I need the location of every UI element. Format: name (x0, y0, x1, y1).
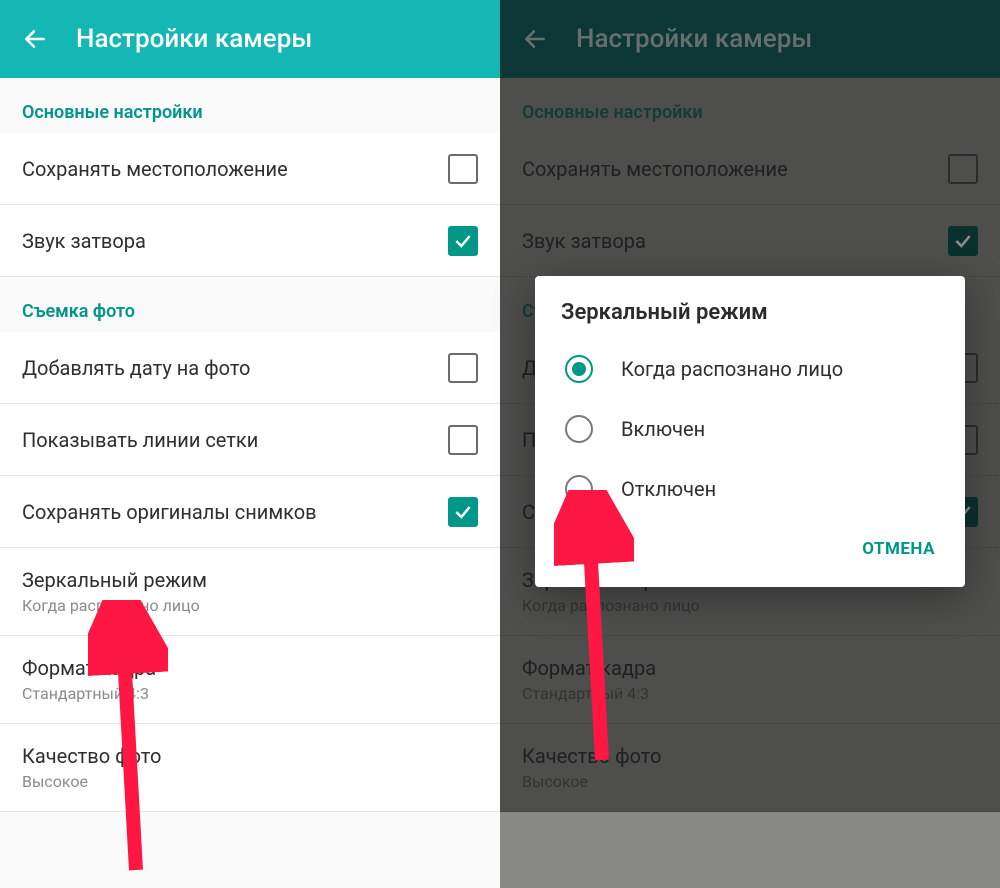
checkbox-unchecked-icon (948, 154, 978, 184)
dialog-option-off[interactable]: Отключен (535, 459, 965, 519)
titlebar: Настройки камеры (500, 0, 1000, 78)
dialog-cancel-button[interactable]: ОТМЕНА (850, 529, 947, 569)
option-label: Когда распознано лицо (621, 357, 843, 381)
row-label: Сохранять местоположение (522, 157, 788, 181)
checkbox-checked-icon[interactable] (448, 226, 478, 256)
section-basic-title: Основные настройки (0, 78, 500, 133)
row-label: Качество фото (522, 744, 661, 768)
row-save-location: Сохранять местоположение (500, 133, 1000, 205)
row-add-date[interactable]: Добавлять дату на фото (0, 332, 500, 404)
dialog-option-face[interactable]: Когда распознано лицо (535, 339, 965, 399)
back-arrow-icon (522, 26, 548, 52)
section-basic-title: Основные настройки (500, 78, 1000, 133)
row-save-originals[interactable]: Сохранять оригиналы снимков (0, 476, 500, 548)
row-grid-lines[interactable]: Показывать линии сетки (0, 404, 500, 476)
checkbox-checked-icon[interactable] (448, 497, 478, 527)
row-label: Показывать линии сетки (22, 428, 258, 452)
row-label: Звук затвора (522, 229, 646, 253)
row-label: Качество фото (22, 744, 161, 768)
row-frame-format[interactable]: Формат кадра Стандартный 4:3 (0, 636, 500, 724)
titlebar: Настройки камеры (0, 0, 500, 78)
row-sublabel: Стандартный 4:3 (522, 684, 656, 703)
row-frame-format: Формат кадра Стандартный 4:3 (500, 636, 1000, 724)
radio-unselected-icon[interactable] (565, 415, 593, 443)
right-screenshot: Настройки камеры Основные настройки Сохр… (500, 0, 1000, 888)
row-label: Добавлять дату на фото (22, 356, 250, 380)
dialog-title: Зеркальный режим (535, 300, 965, 339)
row-sublabel: Высокое (22, 772, 161, 791)
page-title: Настройки камеры (76, 24, 312, 54)
checkbox-unchecked-icon[interactable] (448, 154, 478, 184)
row-shutter-sound: Звук затвора (500, 205, 1000, 277)
row-shutter-sound[interactable]: Звук затвора (0, 205, 500, 277)
row-label: Сохранять местоположение (22, 157, 288, 181)
row-label: Формат кадра (522, 656, 656, 680)
row-photo-quality[interactable]: Качество фото Высокое (0, 724, 500, 812)
page-title: Настройки камеры (576, 24, 812, 54)
row-save-location[interactable]: Сохранять местоположение (0, 133, 500, 205)
checkbox-checked-icon (948, 226, 978, 256)
radio-unselected-icon[interactable] (565, 475, 593, 503)
dialog-option-on[interactable]: Включен (535, 399, 965, 459)
row-label: Звук затвора (22, 229, 146, 253)
row-sublabel: Когда распознано лицо (522, 596, 707, 615)
radio-selected-icon[interactable] (565, 355, 593, 383)
row-sublabel: Стандартный 4:3 (22, 684, 156, 703)
row-photo-quality: Качество фото Высокое (500, 724, 1000, 812)
left-screenshot: Настройки камеры Основные настройки Сохр… (0, 0, 500, 888)
section-photo-title: Съемка фото (0, 277, 500, 332)
row-label: Формат кадра (22, 656, 156, 680)
checkbox-unchecked-icon[interactable] (448, 353, 478, 383)
row-label: Зеркальный режим (22, 568, 207, 592)
mirror-mode-dialog: Зеркальный режим Когда распознано лицо В… (535, 276, 965, 587)
row-mirror-mode[interactable]: Зеркальный режим Когда распознано лицо (0, 548, 500, 636)
settings-list: Основные настройки Сохранять местоположе… (0, 78, 500, 812)
row-sublabel: Высокое (522, 772, 661, 791)
checkbox-unchecked-icon[interactable] (448, 425, 478, 455)
back-arrow-icon[interactable] (22, 26, 48, 52)
option-label: Отключен (621, 477, 716, 501)
row-sublabel: Когда распознано лицо (22, 596, 207, 615)
row-label: Сохранять оригиналы снимков (22, 500, 317, 524)
option-label: Включен (621, 417, 705, 441)
